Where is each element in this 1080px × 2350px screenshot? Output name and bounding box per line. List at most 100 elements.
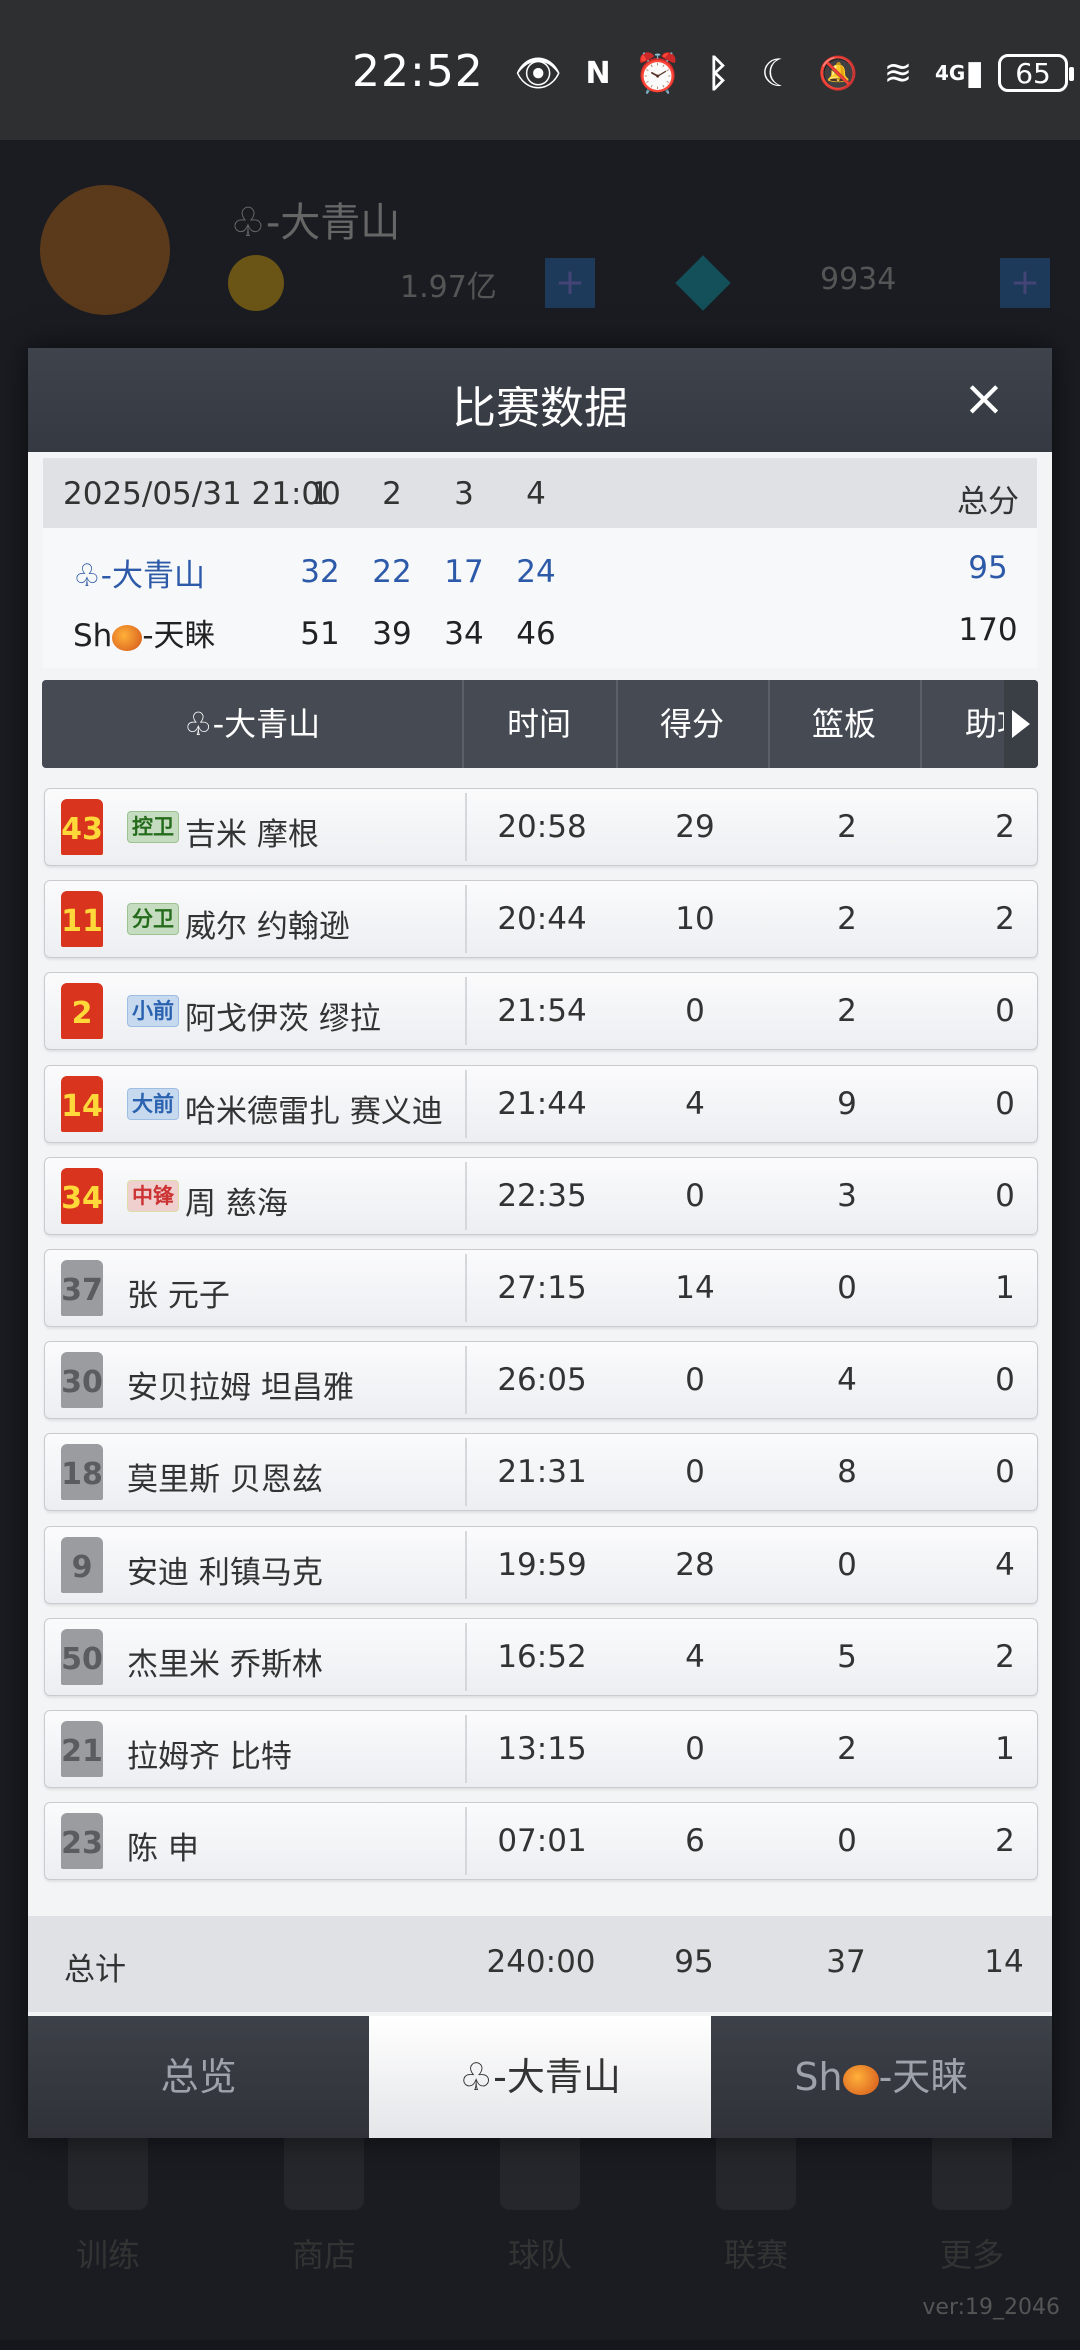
totals-points: 95 [674, 1944, 714, 1980]
jersey-icon: 11 [61, 891, 103, 948]
player-time: 13:15 [497, 1731, 587, 1767]
jersey-icon: 23 [61, 1813, 103, 1870]
home-total: 95 [968, 550, 1008, 586]
player-assists: 0 [995, 1454, 1015, 1491]
jersey-icon: 37 [61, 1260, 103, 1316]
player-name: 哈米德雷扎 赛义迪 [185, 1093, 443, 1130]
player-row[interactable]: 23 陈 申 07:01 6 0 2 [44, 1802, 1038, 1881]
player-assists: 0 [995, 1362, 1015, 1399]
totals-row: 总计 240:00 95 37 14 [28, 1916, 1052, 2012]
version-label: ver:19_2046 [922, 2295, 1060, 2320]
status-bar: 22:52 👁 N ⏰ ᛒ ☾ 🔕 ≋ 4G ▮ 65 [0, 0, 1080, 140]
player-row[interactable]: 50 杰里米 乔斯林 16:52 4 5 2 [44, 1617, 1038, 1696]
player-row[interactable]: 34 中锋周 慈海 22:35 0 3 0 [44, 1156, 1038, 1235]
close-button[interactable]: × [956, 370, 1012, 426]
nav-item-team[interactable]: 球队 [490, 2130, 590, 2350]
league-icon [716, 2130, 796, 2210]
scoreboard-header: 2025/05/31 21:00 1 2 3 4 总分 [43, 458, 1037, 528]
player-name: 拉姆齐 比特 [127, 1739, 292, 1775]
jersey-icon: 43 [61, 799, 103, 855]
scroll-right-icon[interactable] [1004, 680, 1038, 768]
player-assists: 2 [995, 1823, 1015, 1860]
player-points: 28 [675, 1546, 715, 1583]
jersey-icon: 14 [61, 1075, 103, 1132]
home-q1: 32 [300, 554, 340, 590]
away-total: 170 [958, 612, 1018, 648]
player-assists: 2 [995, 1638, 1015, 1675]
player-name: 张 元子 [127, 1278, 230, 1314]
status-time: 22:52 [352, 46, 484, 97]
player-row[interactable]: 30 安贝拉姆 坦昌雅 26:05 0 4 0 [44, 1341, 1038, 1420]
wifi-icon: ≋ [883, 53, 913, 93]
away-team-name: Sh -天睐 [73, 618, 216, 654]
position-badge: 分卫 [127, 903, 179, 936]
player-points: 6 [685, 1823, 705, 1860]
nav-item-league[interactable]: 联赛 [706, 2130, 806, 2350]
player-row[interactable]: 11 分卫 威尔 约翰逊 20:44 10 2 2 [44, 880, 1038, 959]
add-gems-button[interactable]: + [1000, 258, 1050, 308]
signal-icon: 4G ▮ [935, 53, 985, 93]
player-rebounds: 4 [837, 1362, 857, 1399]
tab-away-team[interactable]: Sh -天睐 [710, 2016, 1052, 2138]
player-rebounds: 3 [837, 1177, 857, 1214]
eye-icon: 👁 [513, 50, 563, 95]
player-stats-header: ♧-大青山 时间 得分 篮板 助攻 [42, 680, 1038, 768]
column-rebounds[interactable]: 篮板 [768, 680, 922, 768]
player-name: 威尔 约翰逊 [185, 909, 350, 946]
player-assists: 0 [995, 1085, 1015, 1122]
player-points: 4 [685, 1638, 705, 1675]
team-tabs: 总览 ♧-大青山 Sh -天睐 [28, 2016, 1052, 2138]
player-name: 安迪 利镇马克 [127, 1554, 323, 1591]
player-row[interactable]: 2 小前 阿戈伊茨 缪拉 21:54 0 2 0 [44, 972, 1038, 1051]
player-row[interactable]: 43 控卫 吉米 摩根 20:58 29 2 2 [44, 788, 1038, 866]
player-rebounds: 0 [837, 1823, 857, 1860]
player-name: 阿戈伊茨 缪拉 [185, 1001, 381, 1038]
away-q1: 51 [300, 616, 340, 652]
player-time: 21:54 [497, 993, 587, 1030]
fire-icon [112, 624, 143, 651]
add-coins-button[interactable]: + [545, 258, 595, 308]
player-row[interactable]: 21 拉姆齐 比特 13:15 0 2 1 [44, 1710, 1038, 1788]
shop-icon [284, 2130, 364, 2210]
total-label: 总分 [957, 484, 1019, 520]
quarter-4-label: 4 [526, 476, 546, 512]
coin-icon [228, 255, 284, 311]
fire-icon [842, 2064, 879, 2095]
player-assists: 1 [995, 1731, 1015, 1767]
player-rebounds: 5 [837, 1638, 857, 1675]
train-icon [68, 2130, 148, 2210]
tab-home-team[interactable]: ♧-大青山 [369, 2016, 711, 2138]
player-rebounds: 2 [837, 1731, 857, 1767]
player-row[interactable]: 18 莫里斯 贝恩兹 21:31 0 8 0 [44, 1433, 1038, 1512]
nav-item-shop[interactable]: 商店 [274, 2130, 374, 2350]
more-icon [932, 2130, 1012, 2210]
player-name: 周 慈海 [185, 1185, 288, 1222]
totals-label: 总计 [64, 1952, 126, 1988]
nav-item-train[interactable]: 训练 [58, 2130, 158, 2350]
tab-overview[interactable]: 总览 [28, 2016, 370, 2138]
quarter-2-label: 2 [382, 476, 402, 512]
player-assists: 4 [995, 1546, 1015, 1583]
team-column-header[interactable]: ♧-大青山 [42, 680, 464, 768]
bg-team-name: ♧-大青山 [230, 200, 401, 246]
nfc-icon: N [585, 55, 611, 91]
battery-level: 65 [1015, 56, 1051, 90]
away-q2: 39 [372, 616, 412, 652]
jersey-icon: 9 [61, 1536, 103, 1593]
jersey-icon: 34 [61, 1167, 103, 1224]
player-rebounds: 0 [837, 1270, 857, 1306]
player-time: 20:44 [497, 901, 587, 938]
player-name: 杰里米 乔斯林 [127, 1646, 323, 1683]
player-time: 16:52 [497, 1638, 587, 1675]
player-assists: 2 [995, 809, 1015, 845]
player-row[interactable]: 37 张 元子 27:15 14 0 1 [44, 1249, 1038, 1327]
player-rebounds: 2 [837, 809, 857, 845]
player-row[interactable]: 14 大前 哈米德雷扎 赛义迪 21:44 4 9 0 [44, 1064, 1038, 1143]
column-time[interactable]: 时间 [462, 680, 618, 768]
alarm-icon: ⏰ [634, 50, 682, 95]
player-row[interactable]: 9 安迪 利镇马克 19:59 28 0 4 [44, 1525, 1038, 1604]
column-points[interactable]: 得分 [616, 680, 770, 768]
quarter-1-label: 1 [310, 476, 330, 512]
player-assists: 2 [995, 901, 1015, 938]
home-q2: 22 [372, 554, 412, 590]
